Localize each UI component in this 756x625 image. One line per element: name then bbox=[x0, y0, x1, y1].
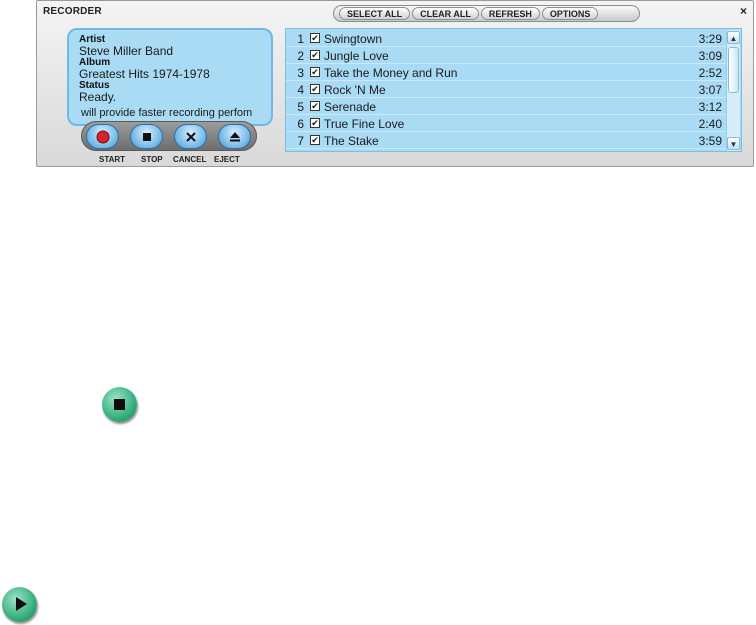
toolbar: SELECT ALL CLEAR ALL REFRESH OPTIONS bbox=[333, 5, 640, 22]
record-icon bbox=[96, 130, 109, 143]
track-duration: 3:59 bbox=[698, 134, 722, 148]
track-row[interactable]: 1 ✔ Swingtown 3:29 bbox=[286, 30, 726, 47]
track-list-scrollbar[interactable]: ▲ ▼ bbox=[726, 30, 740, 151]
track-checkbox[interactable]: ✔ bbox=[310, 50, 320, 60]
recorder-window: RECORDER SELECT ALL CLEAR ALL REFRESH OP… bbox=[36, 0, 754, 167]
track-number: 2 bbox=[297, 49, 304, 63]
start-label: START bbox=[99, 155, 126, 164]
track-row[interactable]: 5 ✔ Serenade 3:12 bbox=[286, 98, 726, 115]
transport-controls bbox=[81, 121, 257, 151]
track-checkbox[interactable]: ✔ bbox=[310, 101, 320, 111]
play-icon bbox=[2, 587, 37, 622]
eject-button[interactable] bbox=[218, 124, 251, 149]
stop-button[interactable] bbox=[130, 124, 163, 149]
scroll-down-icon[interactable]: ▼ bbox=[727, 137, 740, 150]
track-title: Swingtown bbox=[324, 32, 383, 46]
status-message: will provide faster recording perfom bbox=[81, 107, 253, 119]
scroll-up-icon[interactable]: ▲ bbox=[727, 31, 740, 44]
track-row[interactable]: 2 ✔ Jungle Love 3:09 bbox=[286, 47, 726, 64]
track-row[interactable]: 7 ✔ The Stake 3:59 bbox=[286, 132, 726, 149]
track-duration: 3:09 bbox=[698, 49, 722, 63]
start-button[interactable] bbox=[86, 124, 119, 149]
cancel-button[interactable] bbox=[174, 124, 207, 149]
track-number: 7 bbox=[297, 134, 304, 148]
track-checkbox[interactable]: ✔ bbox=[310, 84, 320, 94]
track-duration: 2:52 bbox=[698, 66, 722, 80]
window-title: RECORDER bbox=[43, 6, 102, 17]
track-number: 6 bbox=[297, 117, 304, 131]
stop-square-icon bbox=[142, 132, 151, 141]
track-checkbox[interactable]: ✔ bbox=[310, 67, 320, 77]
close-icon[interactable]: × bbox=[740, 4, 747, 18]
track-number: 4 bbox=[297, 83, 304, 97]
track-number: 1 bbox=[297, 32, 304, 46]
track-title: The Stake bbox=[324, 134, 379, 148]
stop-icon bbox=[102, 387, 137, 422]
cancel-x-icon bbox=[185, 131, 196, 142]
track-checkbox[interactable]: ✔ bbox=[310, 33, 320, 43]
eject-label: EJECT bbox=[214, 155, 240, 164]
track-checkbox[interactable]: ✔ bbox=[310, 135, 320, 145]
stop-label: STOP bbox=[141, 155, 163, 164]
track-checkbox[interactable]: ✔ bbox=[310, 118, 320, 128]
options-button[interactable]: OPTIONS bbox=[541, 7, 599, 20]
track-title: Take the Money and Run bbox=[324, 66, 458, 80]
refresh-button[interactable]: REFRESH bbox=[480, 7, 540, 20]
track-row[interactable]: 4 ✔ Rock 'N Me 3:07 bbox=[286, 81, 726, 98]
select-all-button[interactable]: SELECT ALL bbox=[339, 7, 411, 20]
cancel-label: CANCEL bbox=[173, 155, 207, 164]
track-list: 1 ✔ Swingtown 3:29 2 ✔ Jungle Love 3:09 … bbox=[285, 28, 742, 152]
clear-all-button[interactable]: CLEAR ALL bbox=[412, 7, 479, 20]
track-duration: 3:07 bbox=[698, 83, 722, 97]
track-title: Rock 'N Me bbox=[324, 83, 386, 97]
eject-icon bbox=[229, 131, 240, 141]
track-number: 5 bbox=[297, 100, 304, 114]
scroll-thumb[interactable] bbox=[728, 47, 739, 93]
info-panel: Artist Steve Miller Band Album Greatest … bbox=[67, 28, 273, 126]
track-title: Serenade bbox=[324, 100, 377, 114]
track-row[interactable]: 6 ✔ True Fine Love 2:40 bbox=[286, 115, 726, 132]
track-duration: 3:12 bbox=[698, 100, 722, 114]
track-row[interactable]: 3 ✔ Take the Money and Run 2:52 bbox=[286, 64, 726, 81]
track-title: True Fine Love bbox=[324, 117, 405, 131]
track-duration: 3:29 bbox=[698, 32, 722, 46]
track-title: Jungle Love bbox=[324, 49, 389, 63]
status-value: Ready. bbox=[79, 90, 117, 104]
track-number: 3 bbox=[297, 66, 304, 80]
title-bar: RECORDER SELECT ALL CLEAR ALL REFRESH OP… bbox=[37, 1, 753, 23]
track-duration: 2:40 bbox=[698, 117, 722, 131]
